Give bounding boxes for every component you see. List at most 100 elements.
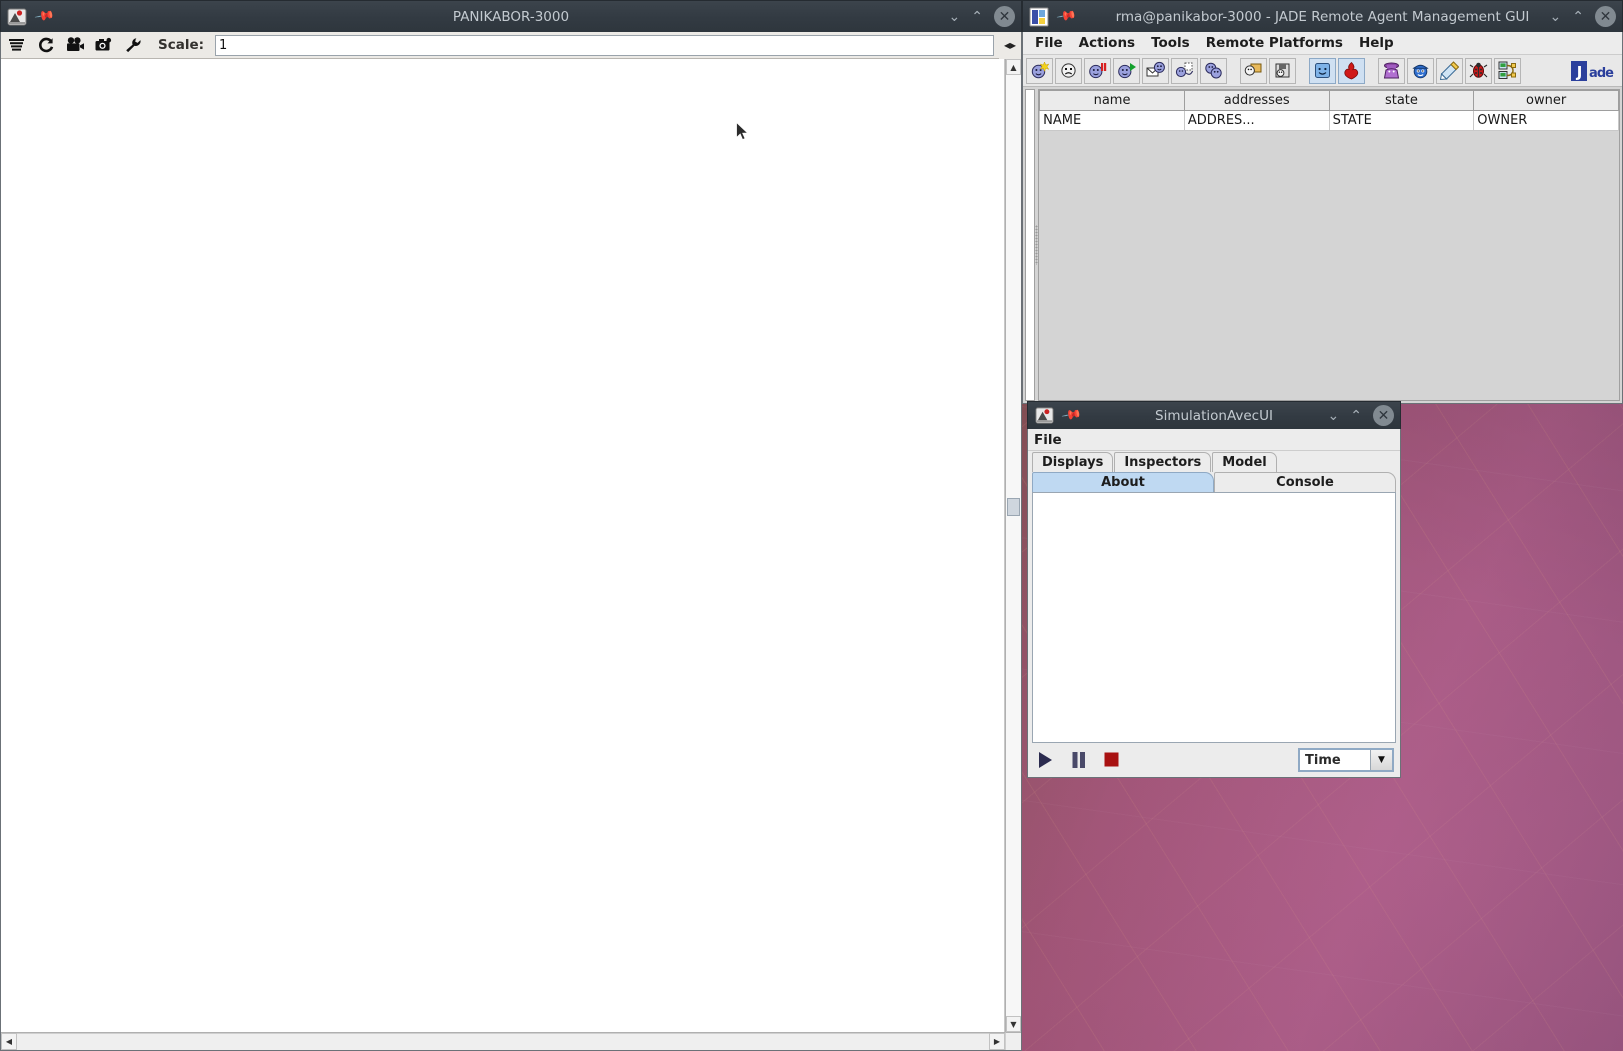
pin-icon[interactable]: 📌 <box>1055 6 1077 28</box>
pin-icon[interactable]: 📌 <box>1060 405 1082 427</box>
scroll-left-arrow[interactable]: ◀ <box>1 1033 17 1050</box>
time-mode-value: Time <box>1305 752 1341 768</box>
expand-collapse-icon[interactable]: ◂▸ <box>999 31 1021 59</box>
mason-hscroll-track[interactable] <box>17 1033 989 1050</box>
menu-remote-platforms[interactable]: Remote Platforms <box>1198 33 1351 53</box>
close-icon[interactable]: ✕ <box>994 6 1015 27</box>
mason-horizontal-scrollbar[interactable]: ◀ ▶ <box>1 1032 1005 1050</box>
menu-tools[interactable]: Tools <box>1143 33 1198 53</box>
scale-input[interactable] <box>215 34 994 56</box>
resume-agent-icon[interactable] <box>1113 57 1140 84</box>
simulation-console-window: 📌 SimulationAvecUI ⌄ ⌃ ✕ File Displays I… <box>1027 401 1401 778</box>
tab-inspectors[interactable]: Inspectors <box>1114 452 1212 472</box>
dfgui-agent-icon[interactable] <box>1494 57 1521 84</box>
column-header-state[interactable]: state <box>1328 90 1475 111</box>
movie-camera-icon[interactable] <box>63 34 87 57</box>
refresh-icon[interactable] <box>34 34 58 57</box>
photo-camera-icon[interactable] <box>92 34 116 57</box>
jade-app-icon <box>1029 7 1049 27</box>
kill-agent-icon[interactable] <box>1055 57 1082 84</box>
play-button[interactable] <box>1034 749 1056 771</box>
dummy-agent-icon[interactable] <box>1407 57 1434 84</box>
jade-window-title: rma@panikabor-3000 - JADE Remote Agent M… <box>1115 8 1530 25</box>
debug-agent-icon[interactable] <box>1465 57 1492 84</box>
minimize-icon[interactable]: ⌄ <box>1550 10 1562 24</box>
menu-file[interactable]: File <box>1034 432 1062 448</box>
time-mode-combo[interactable]: Time ▼ <box>1298 748 1394 772</box>
mason-toolbar: Scale: ◂▸ <box>1 31 1021 59</box>
save-agent-icon[interactable] <box>1269 57 1296 84</box>
mason-vertical-scrollbar[interactable]: ▲ ▼ <box>1005 59 1021 1032</box>
scroll-up-arrow[interactable]: ▲ <box>1006 59 1021 75</box>
mason-window-body: Scale: ◂▸ ▲ ▼ ◀ <box>0 31 1022 1051</box>
jade-logo: J ade <box>1571 59 1619 83</box>
close-icon[interactable]: ✕ <box>1595 6 1616 27</box>
mason-display-window: 📌 PANIKABOR-3000 ⌄ ⌃ ✕ Scale: 1 ◂▸ ▲ ▼ ◀… <box>0 0 1022 1051</box>
maximize-icon[interactable]: ⌃ <box>1572 10 1584 24</box>
agent-table[interactable]: name addresses state owner NAME ADDRES..… <box>1039 90 1619 131</box>
menu-file[interactable]: File <box>1027 33 1071 53</box>
mason-vscroll-thumb[interactable] <box>1007 498 1020 517</box>
pin-icon[interactable]: 📌 <box>33 6 55 28</box>
sim-menubar: File <box>1028 429 1400 451</box>
sim-about-panel[interactable] <box>1032 492 1396 743</box>
minimize-icon[interactable]: ⌄ <box>1328 409 1340 423</box>
sim-secondary-tabs: About Console <box>1028 472 1400 492</box>
jade-menubar: File Actions Tools Remote Platforms Help <box>1023 32 1622 55</box>
wrench-icon[interactable] <box>121 34 145 57</box>
menu-actions[interactable]: Actions <box>1071 33 1143 53</box>
maximize-icon[interactable]: ⌃ <box>971 10 983 24</box>
chevron-down-icon[interactable]: ▼ <box>1370 750 1392 770</box>
mason-canvas-row: ▲ ▼ <box>1 59 1021 1032</box>
tab-about[interactable]: About <box>1032 472 1214 492</box>
scroll-down-arrow[interactable]: ▼ <box>1006 1016 1021 1032</box>
send-message-icon[interactable] <box>1142 57 1169 84</box>
introspector-agent-icon[interactable] <box>1436 57 1463 84</box>
jade-window-body: File Actions Tools Remote Platforms Help <box>1022 32 1623 404</box>
shutdown-platform-icon[interactable] <box>1338 57 1365 84</box>
sim-control-bar: Time ▼ <box>1028 743 1400 777</box>
minimize-icon[interactable]: ⌄ <box>949 10 961 24</box>
agent-table-wrapper: name addresses state owner NAME ADDRES..… <box>1038 89 1620 401</box>
sim-window-body: File Displays Inspectors Model About Con… <box>1027 429 1401 778</box>
tab-displays[interactable]: Displays <box>1032 452 1114 472</box>
start-platform-icon[interactable] <box>1309 57 1336 84</box>
table-header-row: name addresses state owner <box>1039 90 1619 111</box>
sim-titlebar[interactable]: 📌 SimulationAvecUI ⌄ ⌃ ✕ <box>1027 401 1401 429</box>
jade-titlebar[interactable]: 📌 rma@panikabor-3000 - JADE Remote Agent… <box>1022 0 1623 32</box>
clone-agent-icon[interactable] <box>1171 57 1198 84</box>
cell-addresses: ADDRES... <box>1183 110 1330 131</box>
column-header-addresses[interactable]: addresses <box>1183 90 1330 111</box>
mason-simulation-canvas[interactable] <box>1 59 1005 1032</box>
tab-console[interactable]: Console <box>1214 472 1396 492</box>
stop-button[interactable] <box>1100 749 1122 771</box>
menu-help[interactable]: Help <box>1351 33 1402 53</box>
pause-button[interactable] <box>1067 749 1089 771</box>
tab-model[interactable]: Model <box>1212 452 1277 472</box>
suspend-agent-icon[interactable] <box>1084 57 1111 84</box>
layers-icon[interactable] <box>5 34 29 57</box>
column-header-name[interactable]: name <box>1039 90 1185 111</box>
mason-titlebar[interactable]: 📌 PANIKABOR-3000 ⌄ ⌃ ✕ <box>0 0 1022 32</box>
mason-app-icon <box>7 7 27 27</box>
svg-text:J: J <box>1576 63 1582 81</box>
column-header-owner[interactable]: owner <box>1473 90 1619 111</box>
jade-split-pane: ∘– AgentPlatforms n <box>1023 87 1622 403</box>
mason-vscroll-track[interactable] <box>1006 75 1021 1016</box>
mason-app-icon <box>1034 406 1054 426</box>
maximize-icon[interactable]: ⌃ <box>1350 409 1362 423</box>
cell-name: NAME <box>1039 110 1185 131</box>
sim-primary-tabs: Displays Inspectors Model <box>1028 451 1400 472</box>
close-icon[interactable]: ✕ <box>1373 405 1394 426</box>
scroll-corner <box>1005 1032 1021 1050</box>
jade-toolbar: J ade <box>1023 55 1622 87</box>
start-new-agent-icon[interactable] <box>1026 57 1053 84</box>
migrate-agent-icon[interactable] <box>1200 57 1227 84</box>
load-agent-icon[interactable] <box>1240 57 1267 84</box>
scroll-right-arrow[interactable]: ▶ <box>989 1033 1005 1050</box>
table-row[interactable]: NAME ADDRES... STATE OWNER <box>1039 110 1619 131</box>
mason-hscroll-row: ◀ ▶ <box>1 1032 1021 1050</box>
sniffer-agent-icon[interactable] <box>1378 57 1405 84</box>
jade-rma-window: 📌 rma@panikabor-3000 - JADE Remote Agent… <box>1022 0 1623 404</box>
agent-platforms-tree[interactable]: ∘– AgentPlatforms <box>1025 89 1036 401</box>
